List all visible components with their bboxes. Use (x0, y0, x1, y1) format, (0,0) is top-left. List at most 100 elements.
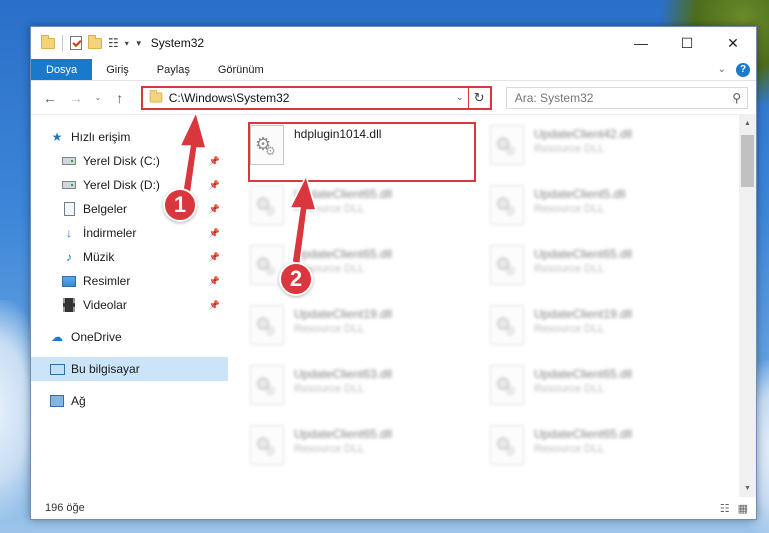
dll-file-icon (490, 305, 524, 345)
file-name: UpdateClient65.dll (294, 187, 393, 201)
chevron-down-icon[interactable]: ▾ (125, 39, 129, 48)
new-folder-icon[interactable] (88, 34, 102, 49)
search-box[interactable]: ⚲ (505, 86, 749, 109)
network-icon (49, 393, 65, 409)
file-item[interactable]: UpdateClient19.dll Resource DLL (490, 305, 720, 355)
file-name: UpdateClient42.dll (534, 127, 633, 141)
file-item[interactable]: UpdateClient5.dll Resource DLL (490, 185, 720, 235)
sidebar-item-label: OneDrive (71, 330, 122, 344)
pictures-icon (61, 273, 77, 289)
file-type: Resource DLL (294, 203, 365, 215)
chevron-down-icon[interactable]: ⌄ (452, 92, 468, 103)
file-name: UpdateClient63.dll (294, 367, 393, 381)
dll-file-icon (490, 365, 524, 405)
file-item[interactable]: UpdateClient65.dll Resource DLL (250, 185, 480, 235)
pin-icon[interactable]: 📌 (209, 180, 220, 191)
pin-icon[interactable]: 📌 (209, 204, 220, 215)
navigation-pane: ★ Hızlı erişim Yerel Disk (C:) 📌 Yerel D… (31, 115, 228, 497)
refresh-button[interactable]: ↻ (467, 87, 490, 108)
sidebar-item-network[interactable]: Ağ (31, 389, 228, 413)
sidebar-item-local-disk-c[interactable]: Yerel Disk (C:) 📌 (31, 149, 228, 173)
dll-file-icon (250, 305, 284, 345)
sidebar-item-onedrive[interactable]: ☁ OneDrive (31, 325, 228, 349)
sidebar-item-label: Yerel Disk (C:) (83, 154, 160, 168)
sidebar-item-pictures[interactable]: Resimler 📌 (31, 269, 228, 293)
window-title: System32 (150, 36, 205, 50)
sidebar-item-music[interactable]: ♪ Müzik 📌 (31, 245, 228, 269)
file-type: Resource DLL (294, 383, 365, 395)
cloud-icon: ☁ (51, 330, 63, 344)
explorer-window: ☷ ▾ ▼ System32 — ☐ ✕ Dosya Giriş Paylaş … (30, 26, 757, 520)
sidebar-item-label: Videolar (83, 298, 127, 312)
dll-file-icon (490, 425, 524, 465)
sidebar-item-label: Resimler (83, 274, 131, 288)
pin-icon[interactable]: 📌 (209, 276, 220, 287)
minimize-button[interactable]: — (618, 27, 664, 59)
details-view-icon[interactable]: ☷ (720, 502, 730, 515)
search-input[interactable] (514, 90, 715, 105)
sidebar-item-documents[interactable]: Belgeler 📌 (31, 197, 228, 221)
back-button[interactable]: ← (39, 87, 61, 109)
tab-home[interactable]: Giriş (92, 59, 143, 80)
file-type: Resource DLL (534, 383, 605, 395)
vertical-scrollbar[interactable]: ▲ ▼ (739, 115, 756, 497)
pin-icon[interactable]: 📌 (209, 252, 220, 263)
file-item[interactable]: UpdateClient42.dll Resource DLL (490, 125, 720, 175)
file-name: UpdateClient65.dll (534, 367, 633, 381)
file-item[interactable]: UpdateClient65.dll Resource DLL (490, 365, 720, 415)
file-item[interactable]: UpdateClient65.dll Resource DLL (490, 245, 720, 295)
scroll-down-icon[interactable]: ▼ (739, 480, 756, 497)
file-type: Resource DLL (534, 203, 605, 215)
tab-file[interactable]: Dosya (31, 59, 93, 80)
step-2-badge: 2 (279, 262, 313, 296)
pin-icon[interactable]: 📌 (209, 228, 220, 239)
address-path[interactable]: C:\Windows\System32 (169, 91, 290, 105)
file-name: UpdateClient19.dll (534, 307, 633, 321)
sidebar-item-videos[interactable]: Videolar 📌 (31, 293, 228, 317)
up-button[interactable]: ↑ (109, 87, 131, 109)
sidebar-item-downloads[interactable]: ↓ İndirmeler 📌 (31, 221, 228, 245)
close-button[interactable]: ✕ (710, 27, 756, 59)
dll-file-icon (490, 245, 524, 285)
title-bar: ☷ ▾ ▼ System32 — ☐ ✕ (31, 27, 756, 59)
search-icon[interactable]: ⚲ (732, 91, 741, 105)
file-highlight-frame (248, 122, 476, 182)
sidebar-item-label: Müzik (83, 250, 115, 264)
large-icons-view-icon[interactable]: ▦ (738, 502, 748, 515)
view-options-icon[interactable]: ☷ (108, 36, 119, 50)
sidebar-item-label: Hızlı erişim (71, 130, 131, 144)
help-icon[interactable]: ? (736, 62, 750, 77)
scroll-up-icon[interactable]: ▲ (739, 115, 756, 132)
customize-toolbar-icon[interactable]: ▼ (135, 39, 143, 48)
sidebar-item-local-disk-d[interactable]: Yerel Disk (D:) 📌 (31, 173, 228, 197)
address-bar[interactable]: C:\Windows\System32 ⌄ ↻ (140, 85, 492, 110)
sidebar-item-label: İndirmeler (83, 226, 137, 240)
file-name: UpdateClient5.dll (534, 187, 626, 201)
forward-button[interactable]: → (65, 87, 87, 109)
properties-icon[interactable] (70, 36, 82, 50)
view-toggles: ☷ ▦ (720, 502, 756, 515)
star-icon: ★ (51, 130, 63, 144)
toolbar-separator (62, 35, 63, 51)
downloads-icon: ↓ (66, 226, 72, 240)
sidebar-item-label: Bu bilgisayar (71, 362, 140, 376)
ribbon-tabs: Dosya Giriş Paylaş Görünüm ⌄ ? (31, 59, 756, 81)
tab-view[interactable]: Görünüm (204, 59, 278, 80)
window-controls: — ☐ ✕ (618, 27, 756, 59)
file-item[interactable]: UpdateClient65.dll Resource DLL (490, 425, 720, 475)
dll-file-icon (490, 185, 524, 225)
sidebar-item-this-pc[interactable]: Bu bilgisayar (31, 357, 228, 381)
item-count: 196 öğe (45, 502, 85, 514)
file-item[interactable]: UpdateClient65.dll Resource DLL (250, 425, 480, 475)
expand-ribbon-icon[interactable]: ⌄ (718, 64, 726, 75)
file-item[interactable]: UpdateClient19.dll Resource DLL (250, 305, 480, 355)
scrollbar-thumb[interactable] (741, 135, 754, 187)
pin-icon[interactable]: 📌 (209, 156, 220, 167)
pin-icon[interactable]: 📌 (209, 300, 220, 311)
recent-locations-button[interactable]: ⌄ (91, 87, 105, 109)
documents-icon (61, 201, 77, 217)
maximize-button[interactable]: ☐ (664, 27, 710, 59)
sidebar-item-quick-access[interactable]: ★ Hızlı erişim (31, 125, 228, 149)
file-item[interactable]: UpdateClient63.dll Resource DLL (250, 365, 480, 415)
tab-share[interactable]: Paylaş (143, 59, 204, 80)
